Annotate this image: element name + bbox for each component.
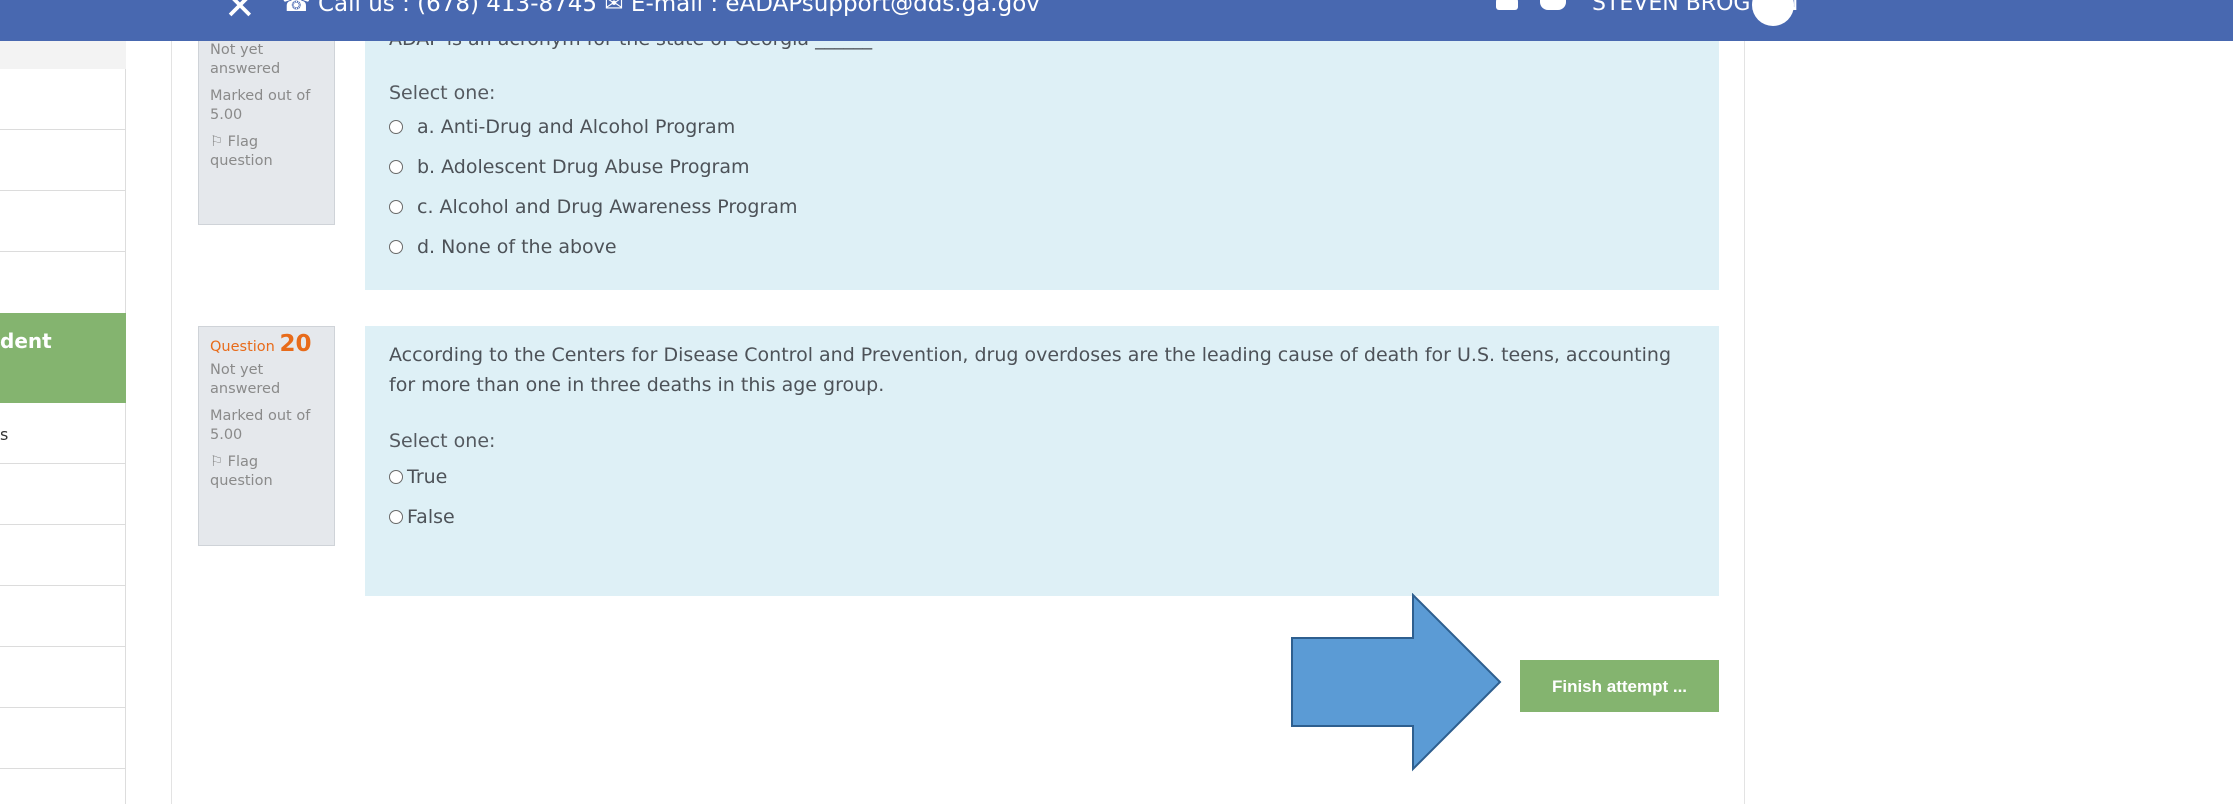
finish-attempt-button[interactable]: Finish attempt ... [1520, 660, 1719, 712]
question-state: Not yet answered [210, 362, 281, 397]
question-content-19: ADAP is an acronym for the state of Geor… [365, 0, 1719, 290]
left-nav-item[interactable] [0, 525, 126, 586]
radio-button[interactable] [389, 240, 403, 254]
question-info-20: Question 20 Not yet answered Marked out … [198, 326, 335, 546]
question-state: Not yet answered [210, 42, 281, 77]
option-label: d. None of the above [417, 236, 617, 258]
user-avatar[interactable] [1752, 0, 1794, 26]
left-nav-item[interactable] [0, 647, 126, 708]
question-number: 20 [279, 331, 312, 357]
left-nav-item[interactable] [0, 69, 126, 130]
flag-icon: ⚐ [210, 134, 223, 150]
left-nav-item[interactable] [0, 464, 126, 525]
left-nav-item[interactable]: s [0, 403, 126, 464]
select-one-prompt: Select one: [389, 430, 496, 452]
option-label: True [407, 466, 448, 488]
flag-question-link[interactable]: ⚐ Flag question [210, 453, 323, 491]
answer-option-c[interactable]: c. Alcohol and Drug Awareness Program [389, 196, 797, 218]
option-label: c. Alcohol and Drug Awareness Program [417, 196, 798, 218]
question-grade: Marked out of 5.00 [210, 408, 311, 443]
question-content-20: According to the Centers for Disease Con… [365, 326, 1719, 596]
left-nav-item-label: s [0, 425, 9, 444]
radio-button[interactable] [389, 160, 403, 174]
top-navbar: ✕ ☎ Call us : (678) 413-8745 ✉ E-mail : … [0, 0, 2233, 41]
close-icon[interactable]: ✕ [224, 0, 256, 26]
option-label: b. Adolescent Drug Abuse Program [417, 156, 750, 178]
left-nav-item-active[interactable]: dent [0, 313, 126, 403]
answer-option-a[interactable]: a. Anti-Drug and Alcohol Program [389, 116, 735, 138]
contact-info: ☎ Call us : (678) 413-8745 ✉ E-mail : eA… [282, 0, 1040, 17]
question-text: According to the Centers for Disease Con… [389, 344, 1672, 396]
left-nav-item[interactable] [0, 130, 126, 191]
flag-icon: ⚐ [210, 454, 223, 470]
messages-icon[interactable] [1540, 0, 1566, 10]
radio-button[interactable] [389, 510, 403, 524]
radio-button[interactable] [389, 120, 403, 134]
question-grade: Marked out of 5.00 [210, 88, 311, 123]
left-nav-item[interactable] [0, 191, 126, 252]
notification-bell-icon[interactable] [1496, 0, 1518, 10]
select-one-prompt: Select one: [389, 82, 496, 104]
left-nav-item[interactable] [0, 708, 126, 769]
option-label: a. Anti-Drug and Alcohol Program [417, 116, 736, 138]
left-nav-item[interactable] [0, 586, 126, 647]
left-nav-drawer: dent s [0, 41, 126, 804]
radio-button[interactable] [389, 200, 403, 214]
answer-option-d[interactable]: d. None of the above [389, 236, 617, 258]
radio-button[interactable] [389, 470, 403, 484]
option-label: False [407, 506, 455, 528]
answer-option-true[interactable]: True [389, 466, 447, 488]
left-nav-active-label: dent [0, 329, 52, 353]
flag-question-link[interactable]: ⚐ Flag question [210, 133, 323, 171]
answer-option-false[interactable]: False [389, 506, 455, 528]
pointer-arrow-annotation [1291, 593, 1502, 772]
left-nav-list: dent s [0, 69, 126, 804]
question-label: Question [210, 339, 275, 355]
answer-option-b[interactable]: b. Adolescent Drug Abuse Program [389, 156, 750, 178]
